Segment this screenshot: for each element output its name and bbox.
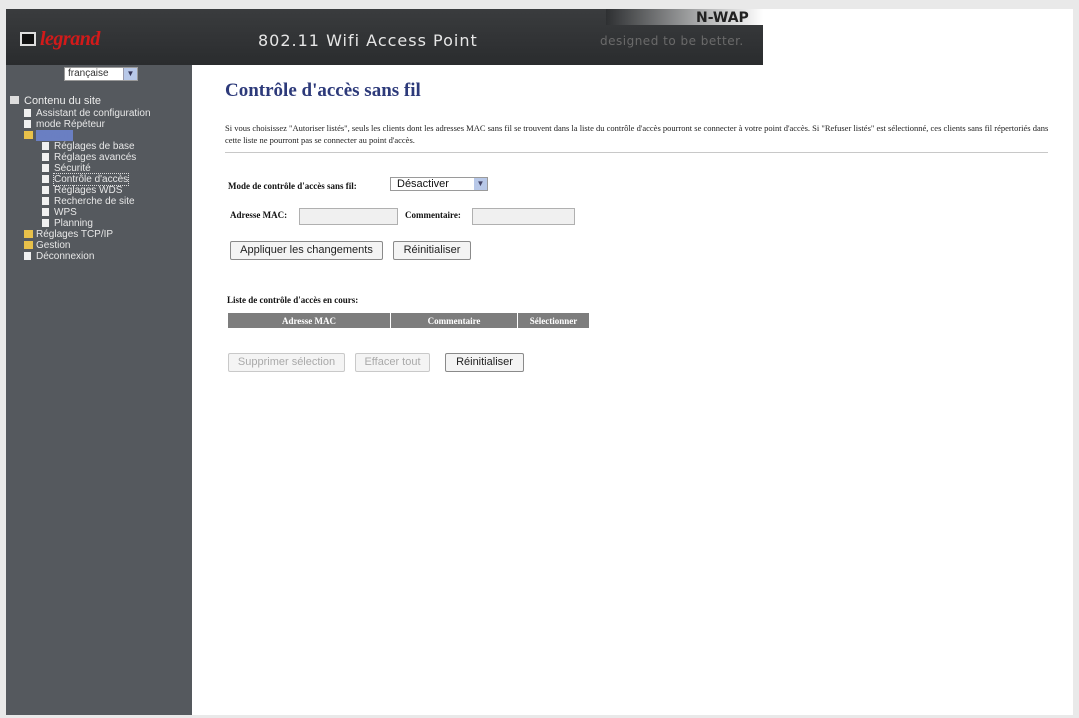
delete-selected-button[interactable]: Supprimer sélection — [228, 353, 345, 372]
tree-root-label: Contenu du site — [24, 95, 102, 107]
folder-icon — [24, 241, 33, 249]
document-icon — [42, 219, 49, 227]
router-admin-window: legrand 802.11 Wifi Access Point N-WAP d… — [6, 9, 1073, 715]
product-name: N-WAP — [696, 10, 749, 26]
sidebar-item-label: Réglages avancés — [54, 152, 137, 163]
sidebar-item-label: mode Répéteur — [36, 119, 105, 130]
divider — [225, 152, 1048, 153]
sidebar-item-label: Gestion — [36, 240, 71, 251]
sidebar-item-label: Déconnexion — [36, 251, 95, 262]
folder-open-icon — [24, 131, 33, 139]
comment-label: Commentaire: — [405, 210, 461, 220]
header: legrand 802.11 Wifi Access Point N-WAP d… — [6, 9, 1073, 65]
folder-icon — [24, 230, 33, 238]
chevron-down-icon[interactable]: ▼ — [474, 178, 487, 190]
document-icon — [42, 175, 49, 183]
sidebar-item-label: Sécurité — [54, 163, 91, 174]
document-icon — [42, 142, 49, 150]
sidebar-item-label: Réglages WDS — [54, 185, 123, 196]
document-icon — [42, 186, 49, 194]
header-tagline: designed to be better. — [600, 34, 744, 48]
sidebar-item-label: WPS — [54, 207, 77, 218]
document-icon — [42, 197, 49, 205]
document-icon — [42, 208, 49, 216]
mac-address-label: Adresse MAC: — [230, 210, 288, 220]
apply-changes-button[interactable]: Appliquer les changements — [230, 241, 383, 260]
sidebar-item-label: Planning — [54, 218, 93, 229]
sidebar-item-label: Réglages TCP/IP — [36, 229, 114, 240]
page-description: Si vous choisissez "Autoriser listés", s… — [225, 123, 1049, 145]
column-header-select: Sélectionner — [517, 312, 590, 329]
language-select[interactable]: française ▼ — [64, 67, 138, 81]
language-value: française — [68, 68, 109, 79]
reset-button[interactable]: Réinitialiser — [393, 241, 471, 260]
document-icon — [42, 164, 49, 172]
sidebar-item-label: Sans fil — [36, 130, 73, 141]
delete-all-button[interactable]: Effacer tout — [355, 353, 430, 372]
mode-value: Désactiver — [397, 178, 449, 190]
document-icon — [42, 153, 49, 161]
sidebar-item-label: Réglages de base — [54, 141, 135, 152]
sidebar-item-label: Recherche de site — [54, 196, 135, 207]
access-control-mode-select[interactable]: Désactiver ▼ — [390, 177, 488, 191]
chevron-down-icon[interactable]: ▼ — [123, 68, 137, 80]
page-title: Contrôle d'accès sans fil — [225, 80, 421, 101]
sidebar: française ▼ Contenu du site Assistant de… — [6, 65, 192, 715]
logo-text: legrand — [40, 27, 100, 50]
mac-address-input[interactable] — [299, 208, 398, 225]
document-icon — [24, 120, 31, 128]
header-subtitle: 802.11 Wifi Access Point — [258, 31, 478, 50]
legrand-logo: legrand — [20, 28, 100, 50]
column-header-comment: Commentaire — [390, 312, 518, 329]
document-icon — [24, 252, 31, 260]
acl-table: Adresse MAC Commentaire Sélectionner — [227, 312, 590, 329]
main-content: Contrôle d'accès sans fil Si vous choisi… — [192, 65, 1073, 715]
acl-list-title: Liste de contrôle d'accès en cours: — [227, 295, 359, 305]
comment-input[interactable] — [472, 208, 575, 225]
column-header-mac: Adresse MAC — [227, 312, 391, 329]
reset-list-button[interactable]: Réinitialiser — [445, 353, 524, 372]
sidebar-item-label: Contrôle d'accès — [52, 173, 130, 186]
document-icon — [24, 109, 31, 117]
tree-root-icon — [10, 96, 19, 104]
mode-label: Mode de contrôle d'accès sans fil: — [228, 181, 357, 191]
acl-table-header-row: Adresse MAC Commentaire Sélectionner — [227, 312, 590, 329]
logo-square-icon — [20, 32, 36, 46]
sidebar-item-label: Assistant de configuration — [36, 108, 151, 119]
